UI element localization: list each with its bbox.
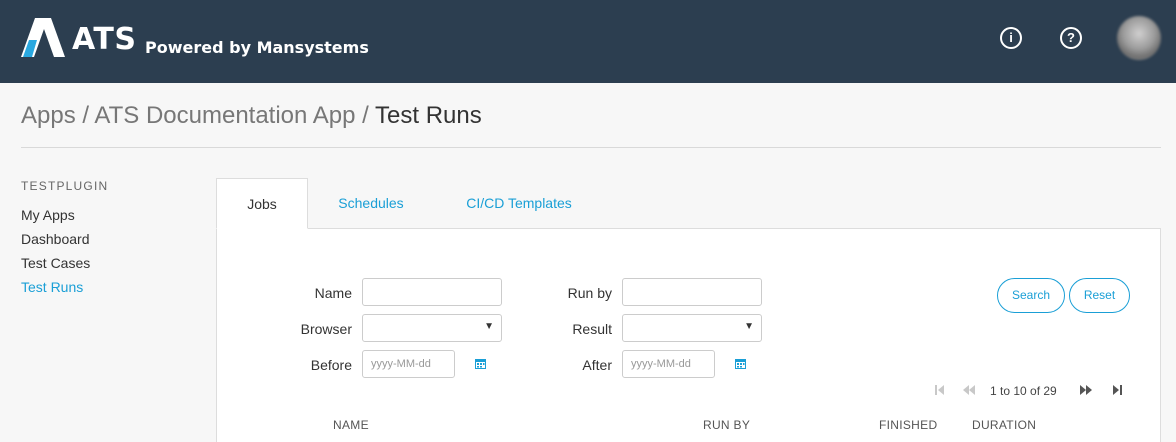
help-circle-icon[interactable]: ? bbox=[1060, 27, 1082, 49]
sidebar-item-test-cases[interactable]: Test Cases bbox=[21, 254, 90, 272]
after-date-input[interactable]: yyyy-MM-dd bbox=[622, 350, 715, 378]
first-page-icon[interactable] bbox=[934, 384, 946, 396]
reset-button[interactable]: Reset bbox=[1069, 278, 1130, 313]
browser-label: Browser bbox=[300, 321, 352, 337]
breadcrumb-separator: / bbox=[362, 102, 376, 129]
tab-schedules[interactable]: Schedules bbox=[326, 178, 416, 229]
info-glyph: i bbox=[1009, 30, 1013, 45]
ats-logo-icon[interactable] bbox=[21, 18, 65, 57]
before-date-input[interactable]: yyyy-MM-dd bbox=[362, 350, 455, 378]
tab-cicd-templates[interactable]: CI/CD Templates bbox=[452, 178, 586, 229]
breadcrumb-separator: / bbox=[82, 102, 95, 129]
column-header-duration[interactable]: DURATION bbox=[972, 418, 1036, 432]
column-header-finished[interactable]: FINISHED bbox=[879, 418, 937, 432]
sidebar-section-title: TESTPLUGIN bbox=[21, 179, 109, 193]
calendar-icon[interactable] bbox=[475, 358, 486, 369]
pagination-status: 1 to 10 of 29 bbox=[990, 384, 1057, 398]
column-header-name[interactable]: NAME bbox=[333, 418, 369, 432]
breadcrumb-item-current: Test Runs bbox=[375, 102, 482, 129]
previous-page-icon[interactable] bbox=[963, 384, 975, 396]
breadcrumb-item-apps[interactable]: Apps bbox=[21, 102, 76, 129]
sidebar-item-my-apps[interactable]: My Apps bbox=[21, 206, 75, 224]
user-avatar[interactable] bbox=[1117, 16, 1161, 60]
info-circle-icon[interactable]: i bbox=[1000, 27, 1022, 49]
caret-down-icon: ▼ bbox=[484, 321, 494, 332]
brand-name[interactable]: ATS bbox=[72, 20, 136, 60]
column-header-run-by[interactable]: RUN BY bbox=[703, 418, 750, 432]
breadcrumb: Apps / ATS Documentation App / Test Runs bbox=[21, 101, 482, 131]
browser-select[interactable]: ▼ bbox=[362, 314, 502, 342]
tab-jobs[interactable]: Jobs bbox=[216, 178, 308, 229]
search-button[interactable]: Search bbox=[997, 278, 1065, 313]
next-page-icon[interactable] bbox=[1080, 384, 1092, 396]
breadcrumb-item-app[interactable]: ATS Documentation App bbox=[94, 102, 355, 129]
result-label: Result bbox=[572, 321, 612, 337]
sidebar-item-dashboard[interactable]: Dashboard bbox=[21, 230, 90, 248]
last-page-icon[interactable] bbox=[1112, 384, 1124, 396]
run-by-input[interactable] bbox=[622, 278, 762, 306]
run-by-label: Run by bbox=[567, 285, 612, 301]
name-label: Name bbox=[314, 285, 352, 301]
brand-tagline: Powered by Mansystems bbox=[145, 38, 369, 57]
sidebar-item-test-runs[interactable]: Test Runs bbox=[21, 278, 83, 296]
after-label: After bbox=[582, 357, 612, 373]
name-input[interactable] bbox=[362, 278, 502, 306]
before-label: Before bbox=[310, 357, 352, 373]
help-glyph: ? bbox=[1067, 30, 1075, 45]
top-navbar: ATS Powered by Mansystems i ? bbox=[0, 0, 1176, 83]
calendar-icon[interactable] bbox=[735, 358, 746, 369]
result-select[interactable]: ▼ bbox=[622, 314, 762, 342]
divider bbox=[21, 147, 1161, 148]
caret-down-icon: ▼ bbox=[744, 321, 754, 332]
